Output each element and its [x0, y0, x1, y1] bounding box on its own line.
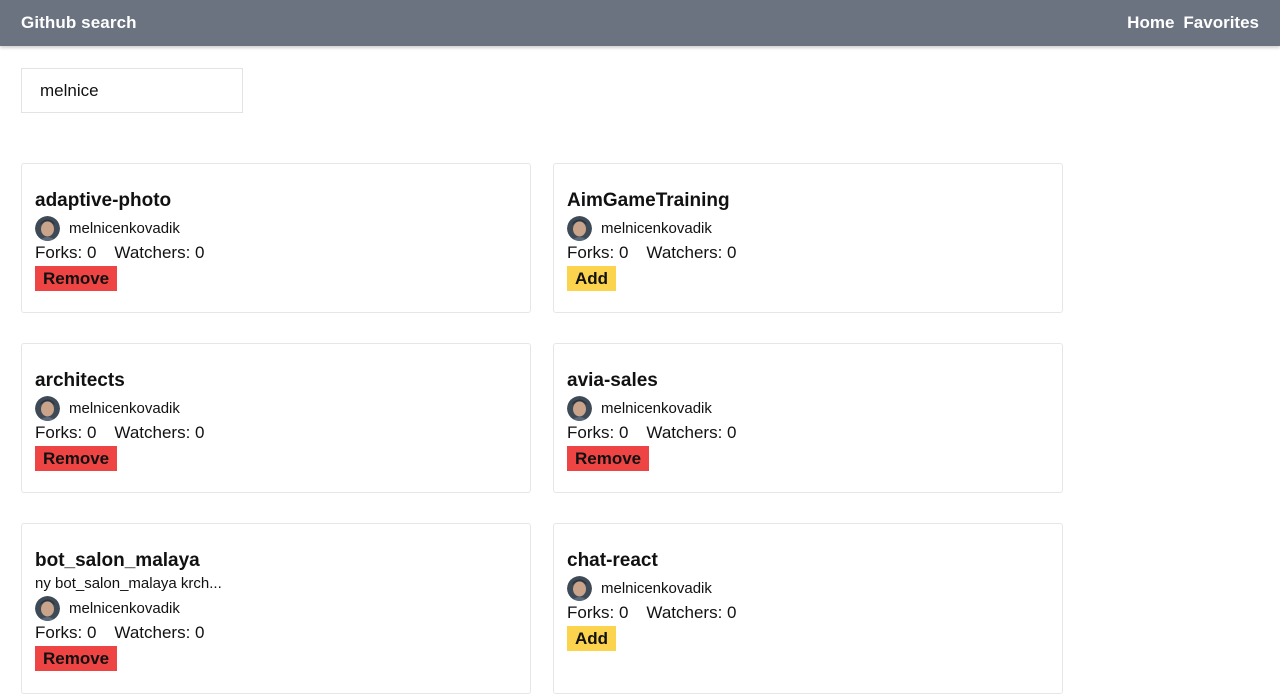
watchers-count: Watchers: 0: [646, 243, 737, 262]
nav-links: Home Favorites: [1127, 13, 1259, 33]
repo-owner: melnicenkovadik: [567, 215, 1049, 241]
repo-card: adaptive-photo melnicenkovadik Forks: 0 …: [21, 163, 531, 313]
repo-owner: melnicenkovadik: [567, 395, 1049, 421]
avatar-icon: [35, 215, 60, 241]
owner-name: melnicenkovadik: [69, 219, 180, 237]
forks-count: Forks: 0: [35, 423, 97, 442]
repo-stats: Forks: 0 Watchers: 0: [567, 242, 1049, 264]
forks-count: Forks: 0: [567, 243, 629, 262]
repo-name[interactable]: bot_salon_malaya: [35, 550, 517, 572]
repo-owner: melnicenkovadik: [35, 595, 517, 621]
repo-card: AimGameTraining melnicenkovadik Forks: 0…: [553, 163, 1063, 313]
repo-stats: Forks: 0 Watchers: 0: [567, 602, 1049, 624]
search-input[interactable]: [22, 69, 242, 112]
repo-stats: Forks: 0 Watchers: 0: [35, 622, 517, 644]
nav-link-home[interactable]: Home: [1127, 13, 1174, 33]
remove-button[interactable]: Remove: [35, 646, 118, 671]
owner-name: melnicenkovadik: [69, 399, 180, 417]
avatar-icon: [567, 575, 592, 601]
repo-description: ny bot_salon_malaya krch...: [35, 575, 222, 592]
search-box: [21, 68, 243, 113]
remove-button[interactable]: Remove: [35, 446, 118, 471]
brand-title[interactable]: Github search: [21, 13, 137, 33]
owner-name: melnicenkovadik: [69, 599, 180, 617]
owner-name: melnicenkovadik: [601, 219, 712, 237]
watchers-count: Watchers: 0: [646, 423, 737, 442]
owner-name: melnicenkovadik: [601, 399, 712, 417]
add-button[interactable]: Add: [567, 266, 617, 291]
watchers-count: Watchers: 0: [114, 623, 205, 642]
repo-card: architects melnicenkovadik Forks: 0 Watc…: [21, 343, 531, 493]
repo-owner: melnicenkovadik: [35, 395, 517, 421]
add-button[interactable]: Add: [567, 626, 617, 651]
watchers-count: Watchers: 0: [646, 603, 737, 622]
forks-count: Forks: 0: [35, 623, 97, 642]
watchers-count: Watchers: 0: [114, 423, 205, 442]
repo-name[interactable]: chat-react: [567, 550, 1049, 572]
navbar: Github search Home Favorites: [0, 0, 1280, 46]
forks-count: Forks: 0: [35, 243, 97, 262]
repo-stats: Forks: 0 Watchers: 0: [35, 422, 517, 444]
repo-card: avia-sales melnicenkovadik Forks: 0 Watc…: [553, 343, 1063, 493]
repo-owner: melnicenkovadik: [567, 575, 1049, 601]
repo-grid: adaptive-photo melnicenkovadik Forks: 0 …: [21, 163, 1063, 694]
forks-count: Forks: 0: [567, 603, 629, 622]
repo-stats: Forks: 0 Watchers: 0: [567, 422, 1049, 444]
forks-count: Forks: 0: [567, 423, 629, 442]
nav-link-favorites[interactable]: Favorites: [1183, 13, 1259, 33]
repo-name[interactable]: AimGameTraining: [567, 190, 1049, 212]
repo-name[interactable]: architects: [35, 370, 517, 392]
remove-button[interactable]: Remove: [35, 266, 118, 291]
remove-button[interactable]: Remove: [567, 446, 650, 471]
watchers-count: Watchers: 0: [114, 243, 205, 262]
repo-card: bot_salon_malaya ny bot_salon_malaya krc…: [21, 523, 531, 694]
repo-name[interactable]: avia-sales: [567, 370, 1049, 392]
repo-stats: Forks: 0 Watchers: 0: [35, 242, 517, 264]
avatar-icon: [567, 215, 592, 241]
repo-owner: melnicenkovadik: [35, 215, 517, 241]
avatar-icon: [567, 395, 592, 421]
repo-name[interactable]: adaptive-photo: [35, 190, 517, 212]
avatar-icon: [35, 395, 60, 421]
avatar-icon: [35, 595, 60, 621]
repo-card: chat-react melnicenkovadik Forks: 0 Watc…: [553, 523, 1063, 694]
owner-name: melnicenkovadik: [601, 579, 712, 597]
